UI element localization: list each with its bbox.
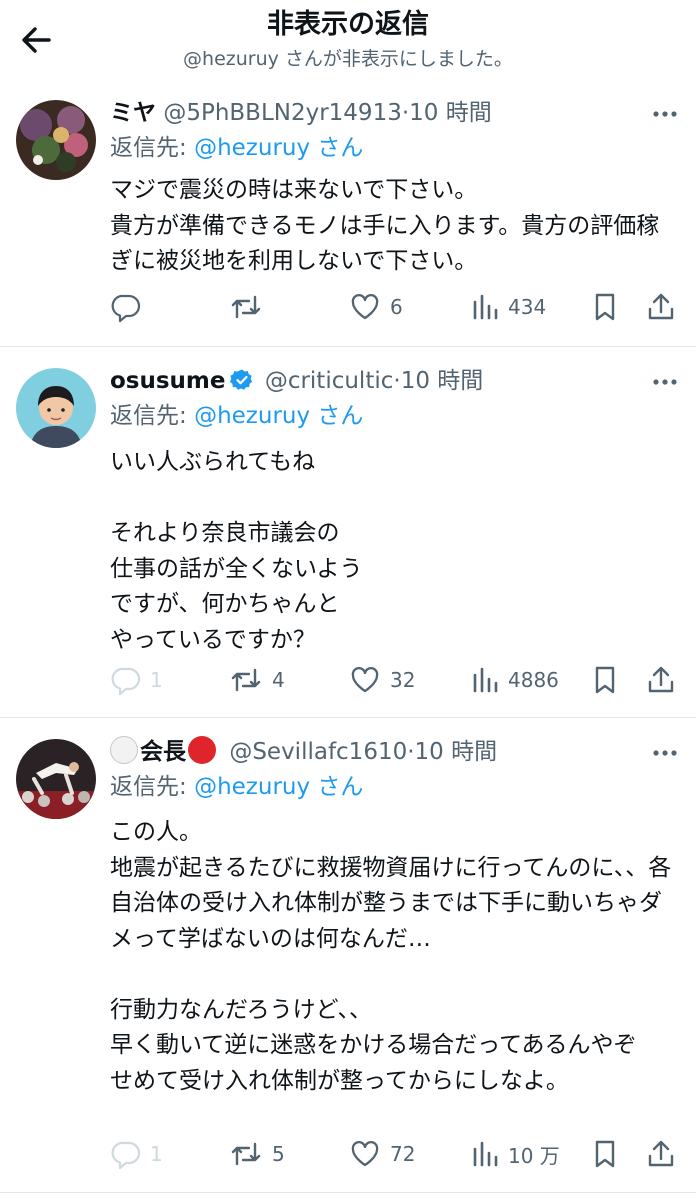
more-button[interactable] (650, 743, 680, 763)
tweet[interactable]: ミヤ @5PhBBLN2yr14913·10 時間 返信先: @hezuruy … (0, 88, 696, 347)
views-button[interactable]: 10 万 (470, 1136, 560, 1172)
bookmark-icon (595, 1140, 615, 1168)
timestamp[interactable]: 10 時間 (409, 100, 492, 126)
reply-mention[interactable]: @hezuruy さん (194, 403, 363, 429)
timestamp[interactable]: 10 時間 (401, 368, 484, 394)
views-icon (473, 667, 498, 693)
retweet-button[interactable] (228, 289, 272, 325)
reply-count: 1 (150, 1142, 163, 1166)
timestamp[interactable]: 10 時間 (415, 739, 498, 765)
retweet-count: 5 (272, 1142, 285, 1166)
tweet-header: ミヤ @5PhBBLN2yr14913·10 時間 (110, 96, 636, 130)
reply-to: 返信先: @hezuruy さん (110, 131, 363, 165)
reply-icon (111, 667, 141, 696)
handle[interactable]: @5PhBBLN2yr14913 (163, 100, 402, 126)
red-circle-icon (188, 736, 216, 764)
reply-icon (111, 1141, 141, 1170)
views-icon (473, 294, 498, 320)
reply-mention[interactable]: @hezuruy さん (194, 774, 363, 800)
retweet-count: 4 (272, 668, 285, 692)
reply-button[interactable] (108, 289, 150, 325)
tweet[interactable]: osusume @criticultic·10 時間 返信先: @hezuruy… (0, 347, 696, 718)
tweet-header: osusume @criticultic·10 時間 (110, 364, 636, 398)
tweet[interactable]: 会長 @Sevillafc1610·10 時間 返信先: @hezuruy さん… (0, 718, 696, 1193)
more-icon (653, 111, 677, 117)
reply-to-label: 返信先: (110, 403, 195, 429)
more-button[interactable] (650, 104, 680, 124)
bookmark-icon (595, 293, 615, 321)
more-icon (653, 750, 677, 756)
page-subtitle: @hezuruy さんが非表示にしました。 (183, 48, 513, 70)
share-icon (648, 666, 674, 693)
reply-mention[interactable]: @hezuruy さん (194, 135, 363, 161)
bookmark-button[interactable] (590, 1136, 620, 1172)
tweet-text: いい人ぶられてもね それより奈良市議会の 仕事の話が全くないよう ですが、何かち… (110, 449, 363, 653)
reply-icon (111, 294, 141, 323)
share-icon (648, 293, 674, 320)
like-button[interactable]: 32 (348, 662, 415, 698)
reply-button[interactable]: 1 (108, 662, 163, 698)
reply-to-label: 返信先: (110, 774, 195, 800)
white-circle-icon (110, 736, 138, 764)
reply-count: 1 (150, 668, 163, 692)
tweet-text: この人。 地震が起きるたびに救援物資届けに行ってんのに、、各自治体の受け入れ体制… (110, 819, 672, 1094)
reply-button[interactable]: 1 (108, 1136, 163, 1172)
tweet-text: マジで震災の時は来ないで下さい。 貴方が準備できるモノは手に入ります。貴方の評価… (110, 177, 660, 274)
views-icon (473, 1141, 498, 1167)
avatar[interactable] (16, 368, 96, 448)
reply-to: 返信先: @hezuruy さん (110, 770, 363, 804)
bookmark-icon (595, 666, 615, 694)
display-name[interactable]: 会長 (140, 739, 186, 765)
share-button[interactable] (645, 289, 677, 325)
share-icon (648, 1140, 674, 1167)
more-button[interactable] (650, 372, 680, 392)
header: 非表示の返信 @hezuruy さんが非表示にしました。 (0, 0, 696, 88)
more-icon (653, 379, 677, 385)
like-count: 32 (390, 668, 416, 692)
separator-dot: · (407, 739, 415, 765)
reply-to-label: 返信先: (110, 135, 195, 161)
views-count: 4886 (508, 668, 559, 692)
tweet-header: 会長 @Sevillafc1610·10 時間 (110, 735, 636, 769)
bookmark-button[interactable] (590, 289, 620, 325)
verified-icon (229, 369, 252, 390)
like-icon (351, 1141, 379, 1167)
share-button[interactable] (645, 1136, 677, 1172)
page-title: 非表示の返信 (267, 9, 429, 40)
reply-to: 返信先: @hezuruy さん (110, 399, 363, 433)
like-button[interactable]: 6 (348, 289, 403, 325)
handle[interactable]: @Sevillafc1610 (229, 739, 407, 765)
retweet-icon (231, 295, 261, 319)
like-icon (351, 294, 379, 320)
display-name[interactable]: osusume (110, 368, 226, 394)
handle[interactable]: @criticultic (265, 368, 394, 394)
like-icon (351, 667, 379, 693)
like-count: 72 (390, 1142, 416, 1166)
retweet-icon (231, 1142, 261, 1166)
retweet-button[interactable]: 5 (228, 1136, 285, 1172)
avatar[interactable] (16, 739, 96, 819)
like-count: 6 (390, 295, 403, 319)
separator-dot: · (393, 368, 401, 394)
views-button[interactable]: 434 (470, 289, 546, 325)
views-count: 10 万 (508, 1143, 560, 1168)
avatar[interactable] (16, 100, 96, 180)
views-button[interactable]: 4886 (470, 662, 559, 698)
retweet-icon (231, 668, 261, 692)
like-button[interactable]: 72 (348, 1136, 415, 1172)
bookmark-button[interactable] (590, 662, 620, 698)
share-button[interactable] (645, 662, 677, 698)
views-count: 434 (508, 295, 547, 319)
retweet-button[interactable]: 4 (228, 662, 285, 698)
display-name[interactable]: ミヤ (110, 100, 156, 126)
